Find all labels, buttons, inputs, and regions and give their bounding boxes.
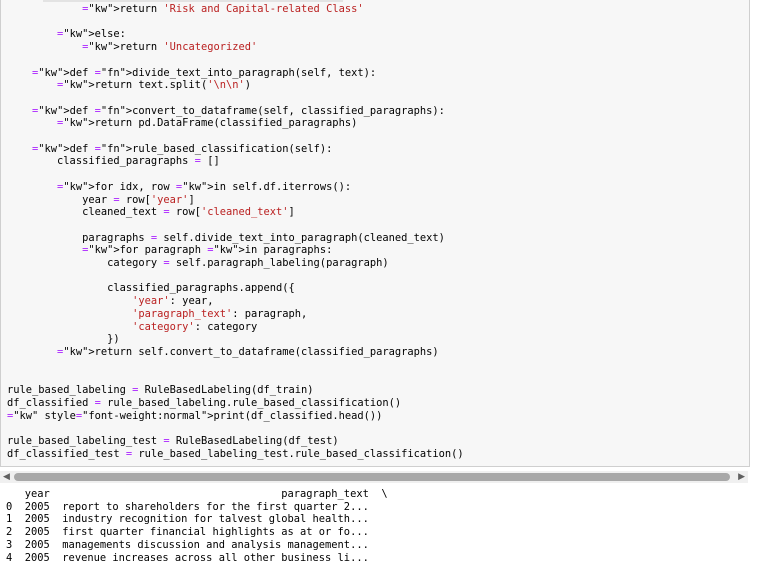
- code-line: df_classified = rule_based_labeling.rule…: [7, 396, 402, 409]
- code-line: ="kw">return self.convert_to_dataframe(c…: [57, 345, 439, 358]
- code-line: ="kw" style="font-weight:normal">print(d…: [7, 409, 383, 422]
- cell-top-edge: [43, 0, 343, 2]
- code-line: ="kw">return 'Risk and Capital-related C…: [82, 3, 364, 15]
- code-line: df_classified_test = rule_based_labeling…: [7, 447, 464, 460]
- horizontal-scrollbar[interactable]: ◀ ▶: [0, 471, 748, 483]
- code-line: ="kw">return text.split('\n\n'): [57, 79, 252, 92]
- code-line: rule_based_labeling_test = RuleBasedLabe…: [7, 434, 339, 447]
- code-editor[interactable]: ="kw">return 'Risk and Capital-related C…: [7, 3, 464, 460]
- code-line: ="kw">def ="fn">divide_text_into_paragra…: [32, 66, 377, 79]
- code-line: ="kw">for idx, row ="kw">in self.df.iter…: [57, 180, 352, 193]
- code-line: ="kw">def ="fn">convert_to_dataframe(sel…: [32, 104, 445, 117]
- output-row: 4 2005 revenue increases across all othe…: [6, 551, 369, 564]
- code-line: year = row['year']: [7, 193, 195, 206]
- code-line: 'category': category: [132, 320, 258, 333]
- code-line: ="kw">for paragraph ="kw">in paragraphs:: [82, 244, 333, 257]
- code-line: category = self.paragraph_labeling(parag…: [7, 257, 389, 270]
- code-line: paragraphs = self.divide_text_into_parag…: [7, 231, 445, 244]
- output-row: 0 2005 report to shareholders for the fi…: [6, 500, 369, 513]
- scrollbar-thumb[interactable]: [14, 473, 730, 481]
- code-line: rule_based_labeling = RuleBasedLabeling(…: [7, 384, 314, 397]
- code-line: ="kw">return pd.DataFrame(classified_par…: [57, 117, 358, 130]
- scroll-right-icon[interactable]: ▶: [738, 472, 745, 482]
- output-row: 1 2005 industry recognition for talvest …: [6, 513, 369, 526]
- code-line: ="kw">return 'Uncategorized': [82, 41, 258, 54]
- code-line: }): [7, 333, 120, 346]
- output-row: 2 2005 first quarter financial highlight…: [6, 526, 369, 539]
- vertical-scrollbar[interactable]: [750, 0, 759, 466]
- code-cell[interactable]: ="kw">return 'Risk and Capital-related C…: [0, 0, 750, 467]
- code-line: 'year': year,: [132, 295, 214, 308]
- code-line: classified_paragraphs = []: [7, 155, 220, 168]
- code-line: classified_paragraphs.append({: [7, 282, 295, 295]
- code-line: ="kw">def ="fn">rule_based_classificatio…: [32, 142, 333, 155]
- code-line: cleaned_text = row['cleaned_text']: [7, 206, 295, 219]
- output-row: 3 2005 managements discussion and analys…: [6, 538, 369, 551]
- cell-output: year paragraph_text \ 0 2005 report to s…: [6, 488, 388, 564]
- scroll-left-icon[interactable]: ◀: [3, 472, 10, 482]
- code-line: 'paragraph_text': paragraph,: [132, 307, 308, 320]
- code-line: ="kw">else:: [57, 28, 126, 41]
- output-header: year paragraph_text \: [6, 488, 388, 500]
